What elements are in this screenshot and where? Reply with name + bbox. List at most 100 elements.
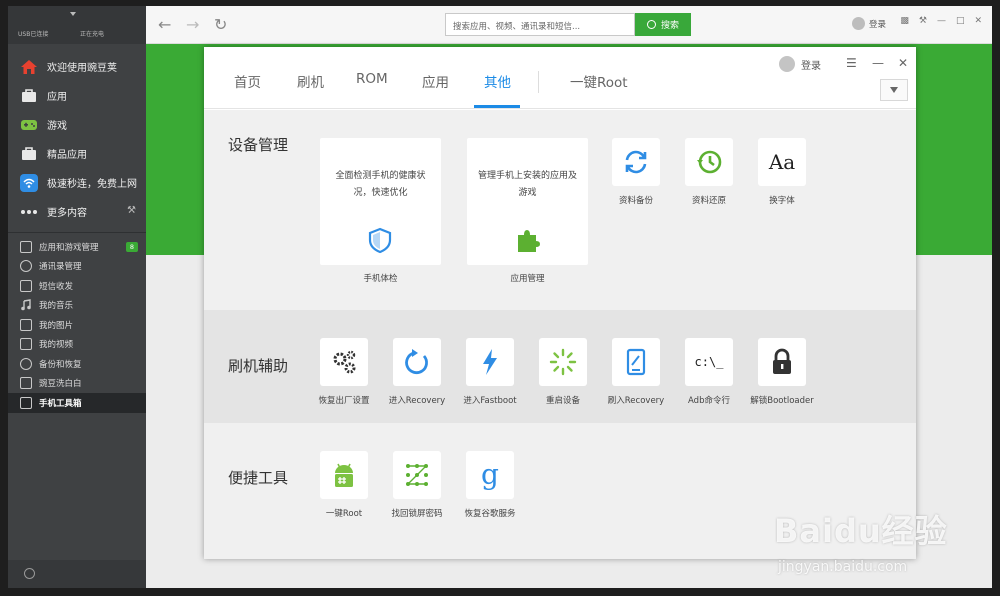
forward-arrow-icon[interactable]: → <box>186 15 199 34</box>
sidebar-item-contacts[interactable]: 通讯录管理 <box>8 257 146 277</box>
watermark-url: jingyan.baidu.com <box>778 559 908 575</box>
tool-label: 一键Root <box>325 509 363 519</box>
sidebar-item-label: 通讯录管理 <box>39 262 82 273</box>
download-icon[interactable] <box>24 568 35 579</box>
sidebar-item-pictures[interactable]: 我的图片 <box>8 315 146 335</box>
sync-icon <box>625 150 647 174</box>
shield-icon <box>368 227 392 254</box>
sidebar-item-toolbox[interactable]: 手机工具箱 <box>8 393 146 413</box>
tool-recover-lock-password[interactable]: 找回锁屏密码 <box>375 451 459 519</box>
sidebar-item-games[interactable]: 游戏 <box>8 110 146 139</box>
search-icon <box>646 20 656 29</box>
window-controls: ▩ ⚒ — □ ✕ <box>900 16 982 26</box>
card-app-management[interactable]: 管理手机上安装的应用及游戏 <box>467 138 588 265</box>
close-icon[interactable]: ✕ <box>974 16 982 26</box>
tool-label: 恢复出厂设置 <box>318 396 370 406</box>
sidebar-item-label: 备份和恢复 <box>39 359 82 370</box>
tool-enter-fastboot[interactable]: 进入Fastboot <box>448 338 532 406</box>
sidebar-item-backup[interactable]: 备份和恢复 <box>8 354 146 374</box>
charge-status: 正在充电 <box>80 31 105 38</box>
sidebar-item-label: 我的音乐 <box>39 301 74 312</box>
sidebar-item-music[interactable]: 我的音乐 <box>8 296 146 316</box>
minimize-icon[interactable]: — <box>872 56 884 70</box>
dialog-login[interactable]: 登录 <box>779 56 821 72</box>
sidebar: USB已连接 正在充电 欢迎使用豌豆荚 应用 游戏 精品应用 极速秒连，免费上网… <box>8 6 146 588</box>
download-button[interactable] <box>880 79 908 101</box>
device-status-bar: USB已连接 正在充电 <box>8 6 146 44</box>
tool-one-click-root[interactable]: 一键Root <box>302 451 386 519</box>
sidebar-item-label: 豌豆洗白白 <box>39 379 82 390</box>
sidebar-item-videos[interactable]: 我的视频 <box>8 335 146 355</box>
wrench-icon[interactable]: ⚒ <box>127 205 136 216</box>
avatar-icon <box>779 56 795 72</box>
tab-one-click-root[interactable]: 一键Root <box>570 71 628 91</box>
sidebar-item-cleanup[interactable]: 豌豆洗白白 <box>8 374 146 394</box>
card-description: 管理手机上安装的应用及游戏 <box>477 171 577 198</box>
tool-adb-shell[interactable]: c:\_ Adb命令行 <box>667 338 751 406</box>
tool-restore-google-services[interactable]: g 恢复谷歌服务 <box>448 451 532 519</box>
avatar-icon <box>852 17 865 30</box>
terminal-icon: c:\_ <box>694 355 724 369</box>
sidebar-item-welcome[interactable]: 欢迎使用豌豆荚 <box>8 52 146 81</box>
tab-divider <box>538 71 539 93</box>
tool-flash-recovery[interactable]: 刷入Recovery <box>594 338 678 406</box>
sidebar-item-apps[interactable]: 应用 <box>8 81 146 110</box>
sidebar-item-label: 手机工具箱 <box>39 398 82 409</box>
settings-wrench-icon[interactable]: ⚒ <box>919 16 927 26</box>
tab-apps[interactable]: 应用 <box>422 71 449 91</box>
close-icon[interactable]: ✕ <box>898 56 908 70</box>
lightning-icon <box>483 349 497 375</box>
tool-icon-box: c:\_ <box>685 338 733 386</box>
sidebar-item-wifi[interactable]: 极速秒连，免费上网 <box>8 168 146 197</box>
tool-label: 资料还原 <box>691 196 726 206</box>
top-login[interactable]: 登录 <box>852 17 886 30</box>
tab-rom[interactable]: ROM <box>356 71 388 87</box>
tab-other[interactable]: 其他 <box>484 71 511 91</box>
tool-icon-box <box>393 338 441 386</box>
card-phone-checkup[interactable]: 全面检测手机的健康状况，快速优化 <box>320 138 441 265</box>
tool-enter-recovery[interactable]: 进入Recovery <box>375 338 459 406</box>
sidebar-item-label: 极速秒连，免费上网 <box>47 179 137 190</box>
tool-data-restore[interactable]: 资料还原 <box>667 138 751 206</box>
sidebar-item-app-management[interactable]: 应用和游戏管理 8 <box>8 237 146 257</box>
tool-change-font[interactable]: Aa 换字体 <box>740 138 824 206</box>
tool-factory-reset[interactable]: 恢复出厂设置 <box>302 338 386 406</box>
refresh-icon[interactable]: ↻ <box>214 15 227 34</box>
section-title: 设备管理 <box>228 136 289 154</box>
device-menu-caret-icon[interactable] <box>70 12 76 16</box>
search-button[interactable]: 搜索 <box>635 13 691 36</box>
usb-status: USB已连接 <box>18 31 49 38</box>
clock-icon <box>20 357 32 370</box>
tool-icon-box <box>320 338 368 386</box>
card-label: 应用管理 <box>510 274 545 284</box>
picture-icon <box>20 318 32 331</box>
minimize-icon[interactable]: — <box>937 16 946 26</box>
tool-icon-box: Aa <box>758 138 806 186</box>
font-aa-icon: Aa <box>768 150 796 174</box>
sidebar-item-label: 我的视频 <box>39 340 74 351</box>
tool-icon-box <box>466 338 514 386</box>
tool-unlock-bootloader[interactable]: 解锁Bootloader <box>740 338 824 406</box>
tab-home[interactable]: 首页 <box>234 71 261 91</box>
sidebar-item-sms[interactable]: 短信收发 <box>8 276 146 296</box>
feedback-icon[interactable]: ▩ <box>900 16 909 26</box>
tab-flash[interactable]: 刷机 <box>297 71 324 91</box>
sidebar-divider <box>8 232 146 233</box>
search-button-label: 搜索 <box>660 21 679 31</box>
sidebar-item-premium-apps[interactable]: 精品应用 <box>8 139 146 168</box>
home-icon <box>20 58 38 76</box>
bag-icon <box>20 145 38 163</box>
update-count-badge: 8 <box>125 242 138 252</box>
search-input[interactable]: 搜索应用、视频、通讯录和短信... <box>445 13 635 36</box>
tool-label: 换字体 <box>769 196 795 206</box>
menu-icon[interactable]: ☰ <box>846 56 857 70</box>
back-arrow-icon[interactable]: ← <box>158 15 171 34</box>
tool-reboot-device[interactable]: 重启设备 <box>521 338 605 406</box>
top-bar: ← → ↻ 搜索应用、视频、通讯录和短信... 搜索 登录 ▩ ⚒ — □ ✕ <box>146 6 992 44</box>
tool-label: 进入Recovery <box>388 396 446 406</box>
sidebar-item-label: 精品应用 <box>47 150 87 161</box>
sidebar-item-more[interactable]: 更多内容 ⚒ <box>8 197 146 226</box>
maximize-icon[interactable]: □ <box>956 16 965 26</box>
tool-data-backup[interactable]: 资料备份 <box>594 138 678 206</box>
loading-spinner-icon <box>549 348 577 376</box>
